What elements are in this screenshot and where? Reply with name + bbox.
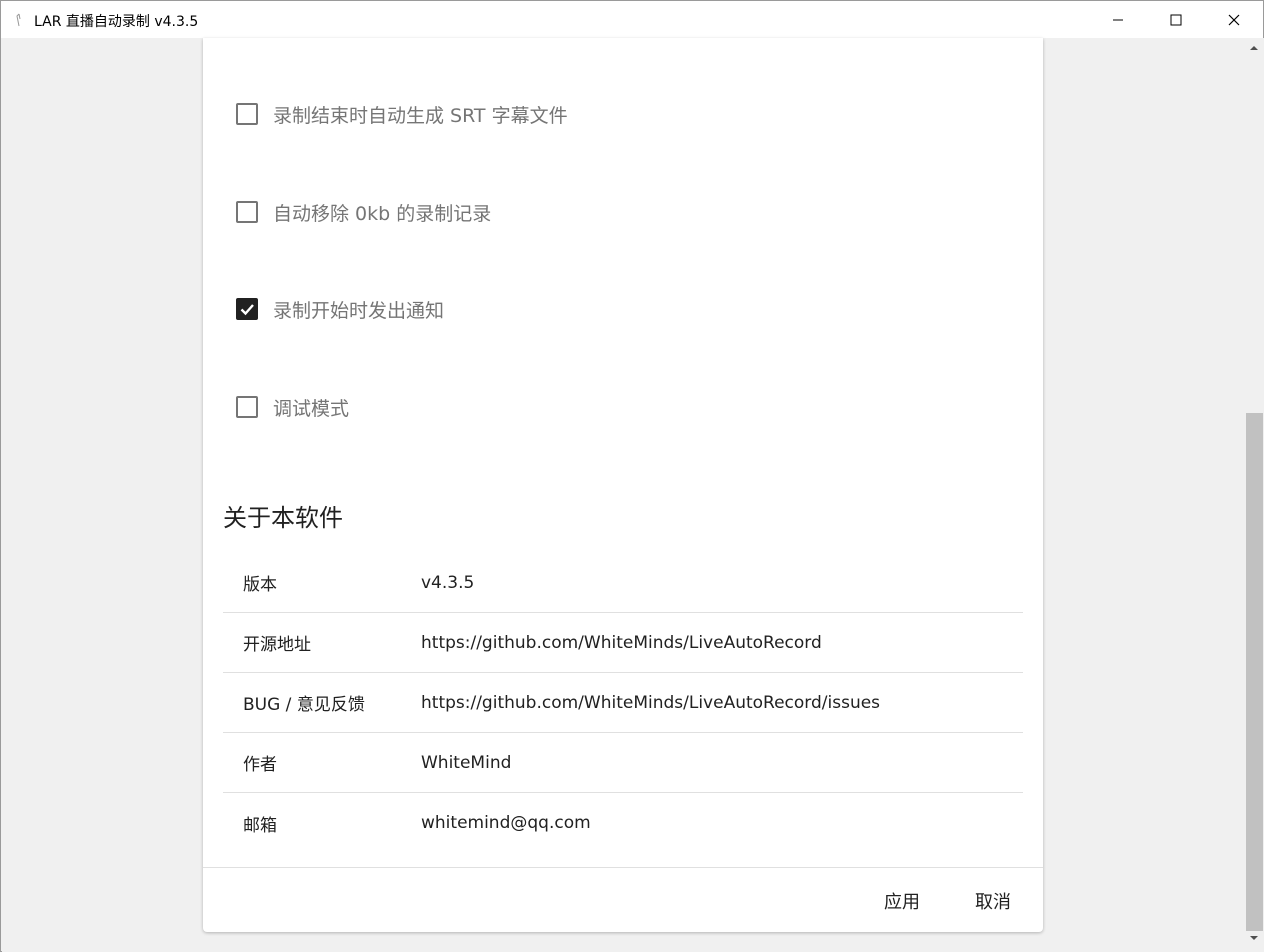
info-key: 邮箱 bbox=[243, 815, 277, 836]
issues-link[interactable]: https://github.com/WhiteMinds/LiveAutoRe… bbox=[421, 693, 1023, 713]
option-label: 自动移除 0kb 的录制记录 bbox=[273, 202, 492, 225]
option-debug-mode[interactable]: 调试模式 bbox=[236, 395, 350, 420]
minimize-button[interactable] bbox=[1089, 1, 1147, 38]
info-key: 作者 bbox=[243, 755, 277, 775]
checkbox-notify-start[interactable] bbox=[236, 298, 258, 320]
about-section-title: 关于本软件 bbox=[223, 504, 343, 532]
table-row: 邮箱 whitemind@qq.com bbox=[223, 793, 1023, 853]
info-key: BUG / 意见反馈 bbox=[243, 695, 365, 715]
scroll-up-arrow-icon[interactable] bbox=[1249, 44, 1259, 52]
option-notify-start[interactable]: 录制开始时发出通知 bbox=[236, 297, 445, 322]
info-value: WhiteMind bbox=[421, 752, 512, 773]
checkbox-debug-mode[interactable] bbox=[236, 396, 258, 418]
option-label: 录制结束时自动生成 SRT 字幕文件 bbox=[273, 104, 568, 127]
table-row: 作者 WhiteMind bbox=[223, 733, 1023, 793]
email-link[interactable]: whitemind@qq.com bbox=[421, 813, 1023, 833]
maximize-button[interactable] bbox=[1147, 1, 1205, 38]
scroll-down-arrow-icon[interactable] bbox=[1249, 934, 1259, 942]
about-info-table: 版本 v4.3.5 开源地址 https://github.com/WhiteM… bbox=[223, 553, 1023, 853]
checkbox-remove-0kb[interactable] bbox=[236, 201, 258, 223]
cancel-button[interactable]: 取消 bbox=[975, 888, 1011, 914]
close-icon bbox=[1228, 14, 1240, 25]
close-button[interactable] bbox=[1205, 1, 1263, 38]
option-label: 录制开始时发出通知 bbox=[273, 299, 445, 322]
scrollbar-thumb[interactable] bbox=[1246, 413, 1263, 931]
option-remove-0kb[interactable]: 自动移除 0kb 的录制记录 bbox=[236, 200, 492, 225]
vertical-scrollbar[interactable] bbox=[1245, 38, 1264, 952]
apply-button[interactable]: 应用 bbox=[884, 888, 920, 914]
settings-card: 录制结束时自动生成 SRT 字幕文件 自动移除 0kb 的录制记录 录制开始时发… bbox=[203, 38, 1043, 932]
repo-link[interactable]: https://github.com/WhiteMinds/LiveAutoRe… bbox=[421, 633, 1023, 653]
table-row: BUG / 意见反馈 https://github.com/WhiteMinds… bbox=[223, 673, 1023, 733]
table-row: 版本 v4.3.5 bbox=[223, 553, 1023, 613]
table-row: 开源地址 https://github.com/WhiteMinds/LiveA… bbox=[223, 613, 1023, 673]
maximize-icon bbox=[1170, 14, 1182, 25]
app-icon bbox=[13, 12, 25, 27]
checkmark-icon bbox=[240, 304, 254, 316]
option-label: 调试模式 bbox=[273, 397, 350, 420]
app-window: LAR 直播自动录制 v4.3.5 录制结束时自动生成 SRT 字幕文件 自动移… bbox=[0, 0, 1264, 952]
dialog-footer: 应用 取消 bbox=[203, 867, 1043, 932]
checkbox-auto-srt[interactable] bbox=[236, 103, 258, 125]
minimize-icon bbox=[1113, 19, 1123, 20]
info-key: 开源地址 bbox=[243, 635, 311, 655]
option-auto-srt[interactable]: 录制结束时自动生成 SRT 字幕文件 bbox=[236, 102, 568, 127]
info-value: v4.3.5 bbox=[421, 572, 475, 593]
window-title: LAR 直播自动录制 v4.3.5 bbox=[34, 14, 199, 30]
title-bar[interactable]: LAR 直播自动录制 v4.3.5 bbox=[1, 1, 1263, 38]
info-key: 版本 bbox=[243, 575, 277, 595]
